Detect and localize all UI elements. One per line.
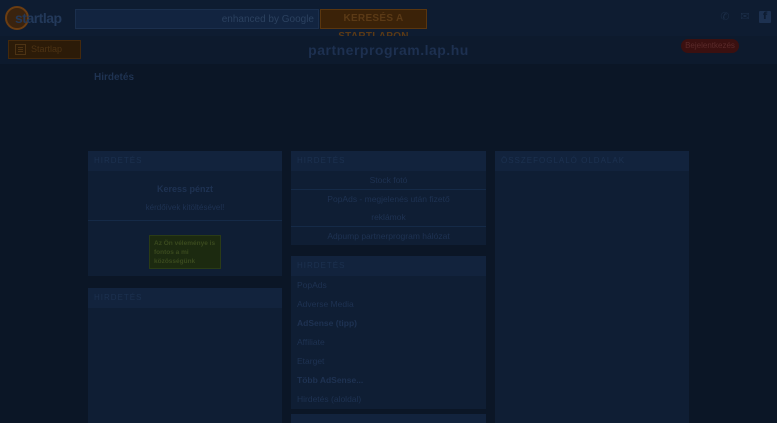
social-icons: ✆ ✉ f — [719, 11, 771, 23]
link-popads[interactable]: PopAds - megjelenés után fizető — [291, 190, 486, 209]
site-title[interactable]: partnerprogram.lap.hu — [0, 42, 777, 58]
list-item[interactable]: Hirdetés (aloldal) — [291, 390, 486, 409]
panel-title: HIRDETÉS — [88, 288, 282, 308]
list-item[interactable]: Több AdSense... — [291, 371, 486, 390]
panel-title: ÖSSZEFOGLALÓ OLDALAK — [495, 151, 689, 171]
list-item[interactable]: PopAds — [291, 276, 486, 295]
facebook-icon[interactable]: f — [759, 11, 771, 23]
startlap-logo[interactable]: startlap — [5, 6, 62, 30]
ad-panel-middle-top: HIRDETÉS Stock fotó PopAds - megjelenés … — [291, 151, 486, 245]
ad-panel-middle-list: HIRDETÉS PopAds Adverse Media AdSense (t… — [291, 256, 486, 409]
summary-pages-panel: ÖSSZEFOGLALÓ OLDALAK — [495, 151, 689, 423]
ad-panel-left-top: HIRDETÉS Keress pénzt kérdőívek kitöltés… — [88, 151, 282, 276]
logo-text: startlap — [15, 10, 62, 26]
phone-icon[interactable]: ✆ — [719, 11, 731, 23]
sub-bar: Startlap partnerprogram.lap.hu Bejelentk… — [0, 36, 777, 64]
mail-icon[interactable]: ✉ — [739, 11, 751, 23]
list-item[interactable]: Adverse Media — [291, 295, 486, 314]
list-item[interactable]: Etarget — [291, 352, 486, 371]
search-button[interactable]: KERESÉS A STARTLAPON — [320, 9, 427, 42]
top-bar: startlap KERESÉS A STARTLAPON ✆ ✉ f — [0, 0, 777, 42]
list-item[interactable]: AdSense (tipp) — [291, 314, 486, 333]
link-stock-foto[interactable]: Stock fotó — [291, 171, 486, 190]
list-item[interactable]: Affiliate — [291, 333, 486, 352]
login-badge[interactable]: Bejelentkezés — [681, 39, 739, 53]
panel-title: HIRDETÉS — [291, 151, 486, 171]
ad-banner[interactable]: Az Ön véleménye is fontos a mi közösségü… — [149, 235, 221, 269]
ad-headline[interactable]: Keress pénzt — [88, 184, 282, 194]
search-input[interactable] — [75, 9, 319, 29]
link-popads-cont[interactable]: reklámok — [291, 208, 486, 227]
breadcrumb: Hirdetés — [94, 72, 135, 83]
panel-stub — [291, 414, 486, 423]
panel-title: HIRDETÉS — [88, 151, 282, 171]
link-adpump[interactable]: Adpump partnerprogram hálózat — [291, 227, 486, 246]
ad-panel-left-bottom: HIRDETÉS — [88, 288, 282, 423]
panel-title: HIRDETÉS — [291, 256, 486, 276]
divider — [88, 220, 282, 221]
ad-subline[interactable]: kérdőívek kitöltésével! — [88, 203, 282, 212]
